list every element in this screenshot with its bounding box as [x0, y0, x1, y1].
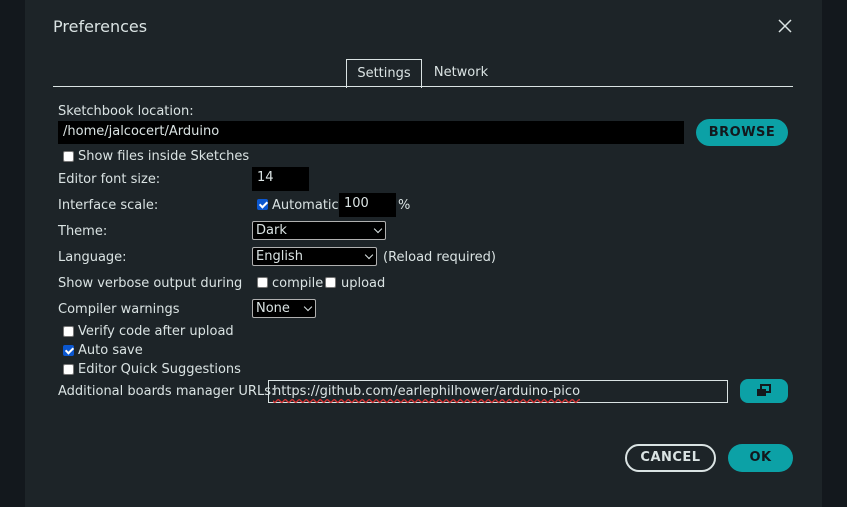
preferences-dialog: Preferences Settings Network Sketchbook … — [25, 0, 822, 507]
tab-divider — [53, 86, 793, 87]
compiler-warnings-label: Compiler warnings — [58, 302, 180, 317]
upload-checkbox[interactable] — [325, 277, 336, 288]
sketchbook-label: Sketchbook location: — [58, 104, 194, 119]
show-files-label: Show files inside Sketches — [78, 149, 250, 164]
sketchbook-location-input[interactable]: /home/jalcocert/Arduino — [58, 121, 684, 144]
quick-suggestions-checkbox[interactable] — [63, 364, 74, 375]
boards-url-value: https://github.com/earlephilhower/arduin… — [273, 384, 581, 399]
quick-suggestions-label: Editor Quick Suggestions — [78, 362, 241, 377]
verbose-label: Show verbose output during — [58, 276, 243, 291]
dialog-title: Preferences — [53, 17, 148, 36]
close-icon[interactable] — [776, 17, 794, 35]
upload-label: upload — [341, 276, 386, 291]
cancel-button[interactable]: CANCEL — [625, 444, 716, 472]
scale-unit: % — [398, 198, 411, 213]
verify-checkbox[interactable] — [63, 326, 74, 337]
compile-label: compile — [272, 276, 324, 291]
verify-label: Verify code after upload — [78, 324, 234, 339]
show-files-checkbox[interactable] — [63, 151, 74, 162]
theme-select[interactable]: Dark — [252, 221, 386, 240]
scale-input[interactable]: 100 — [339, 193, 396, 217]
automatic-scale-checkbox[interactable] — [257, 199, 268, 210]
boards-url-label: Additional boards manager URLs: — [58, 384, 276, 399]
open-urls-editor-button[interactable] — [740, 379, 788, 403]
language-label: Language: — [58, 250, 127, 265]
font-size-input[interactable]: 14 — [252, 167, 309, 191]
interface-scale-label: Interface scale: — [58, 198, 159, 213]
compile-checkbox[interactable] — [257, 277, 268, 288]
open-window-icon — [757, 384, 771, 396]
autosave-checkbox[interactable] — [63, 345, 74, 356]
compiler-warnings-select[interactable]: None — [252, 299, 316, 318]
ok-button[interactable]: OK — [728, 444, 793, 472]
language-value: English — [256, 249, 303, 264]
automatic-label: Automatic — [272, 198, 339, 213]
theme-value: Dark — [256, 223, 287, 238]
theme-label: Theme: — [58, 224, 108, 239]
reload-note: (Reload required) — [383, 250, 496, 265]
autosave-label: Auto save — [78, 343, 143, 358]
boards-url-input[interactable]: https://github.com/earlephilhower/arduin… — [268, 380, 728, 403]
font-size-label: Editor font size: — [58, 172, 161, 187]
language-select[interactable]: English — [252, 247, 377, 266]
browse-button[interactable]: BROWSE — [696, 119, 788, 146]
chevron-down-icon — [364, 250, 374, 260]
chevron-down-icon — [303, 302, 313, 312]
tab-settings[interactable]: Settings — [346, 59, 422, 88]
tab-network[interactable]: Network — [423, 59, 499, 87]
chevron-down-icon — [373, 224, 383, 234]
warnings-value: None — [256, 301, 290, 316]
